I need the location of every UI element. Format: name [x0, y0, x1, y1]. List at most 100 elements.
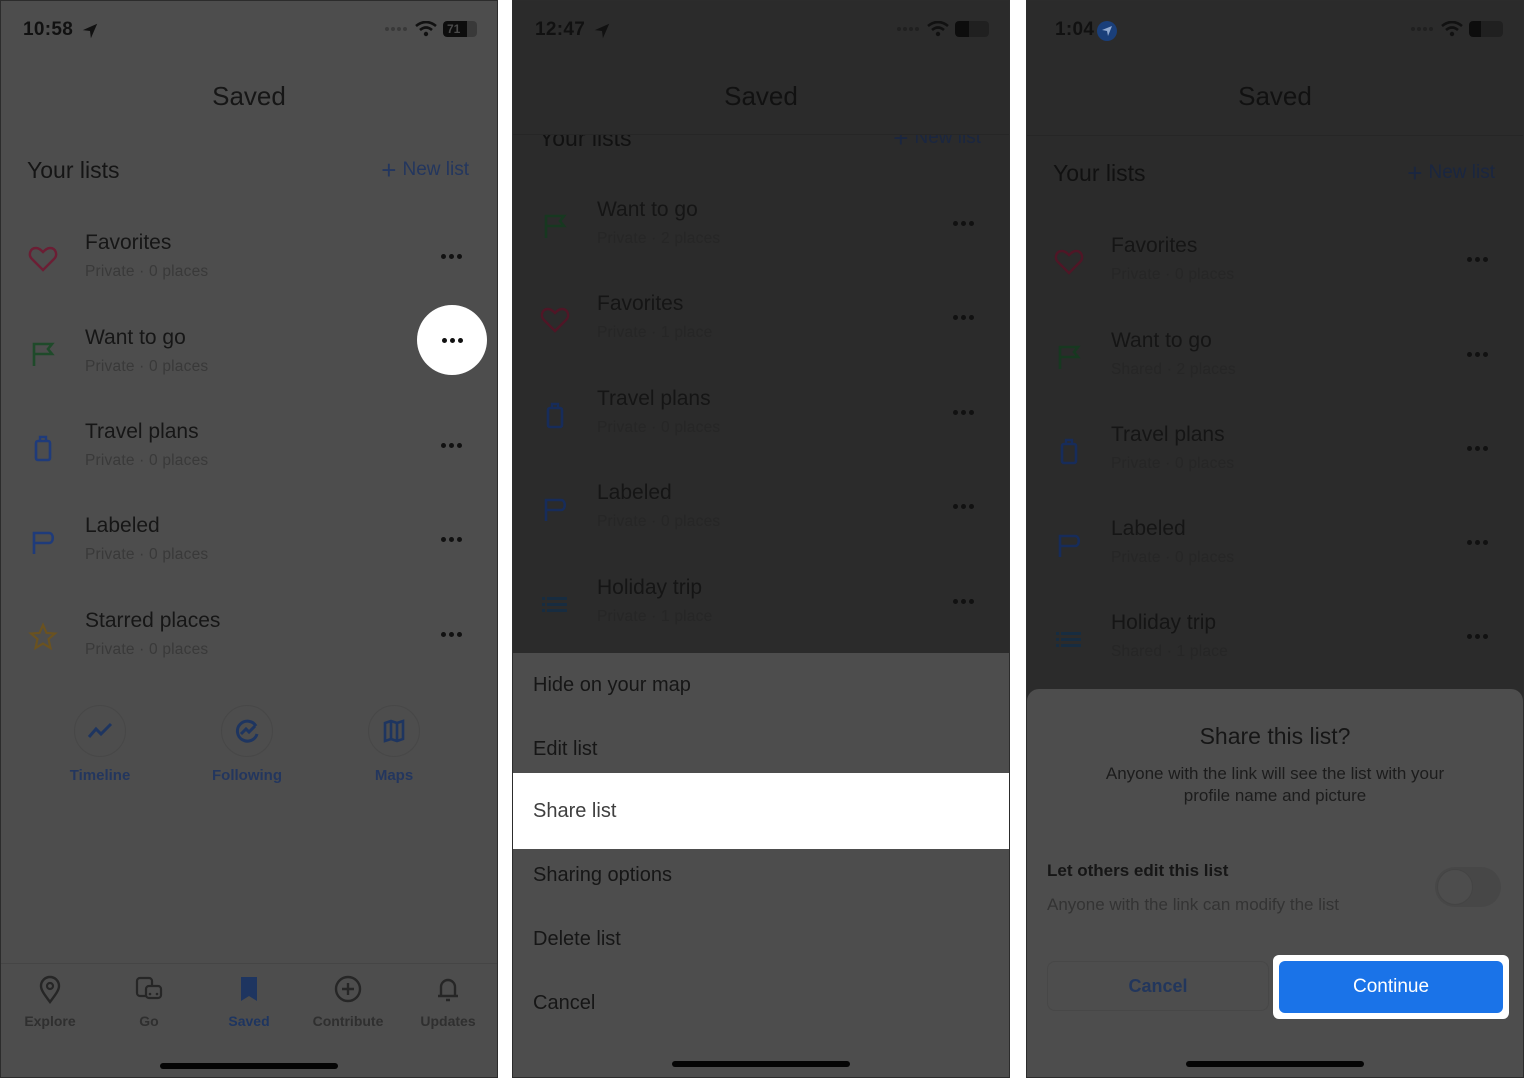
- edit-list-option[interactable]: Edit list: [513, 717, 1009, 781]
- following-shortcut[interactable]: Following: [197, 705, 297, 784]
- list-meta: Private · 0 places: [85, 546, 209, 563]
- bell-icon: [438, 978, 458, 1002]
- flag-icon: [544, 214, 567, 238]
- list-item[interactable]: Labeled Private · 0 places: [1, 514, 497, 608]
- nav-saved[interactable]: Saved: [199, 974, 299, 1029]
- list-name: Want to go: [597, 198, 698, 221]
- status-bar: 12:47: [535, 19, 989, 45]
- more-options-button[interactable]: [945, 208, 981, 238]
- status-indicators: [897, 21, 989, 37]
- list-name: Labeled: [85, 514, 160, 537]
- list-name: Labeled: [1111, 517, 1186, 540]
- label-flag-icon: [32, 531, 55, 554]
- list-item[interactable]: Labeled Private · 0 places: [1027, 517, 1523, 611]
- new-list-button[interactable]: + New list: [381, 157, 469, 183]
- list-name: Travel plans: [597, 387, 711, 410]
- suitcase-icon: [1060, 438, 1078, 465]
- more-options-button[interactable]: [945, 491, 981, 521]
- your-lists-heading: Your lists: [1053, 160, 1146, 186]
- new-list-label: New list: [402, 159, 469, 180]
- battery-icon: 71: [443, 21, 477, 37]
- your-lists-heading: Your lists: [27, 157, 120, 183]
- shortcut-label: Following: [212, 767, 282, 784]
- more-options-button[interactable]: [1459, 433, 1495, 463]
- nav-explore[interactable]: Explore: [1, 974, 100, 1029]
- list-item[interactable]: Travel plans Private · 0 places: [1, 420, 497, 514]
- home-indicator: [1186, 1061, 1364, 1067]
- list-name: Travel plans: [1111, 423, 1225, 446]
- timeline-shortcut[interactable]: Timeline: [50, 705, 150, 784]
- cancel-option[interactable]: Cancel: [513, 971, 1009, 1035]
- nav-label: Updates: [420, 1013, 476, 1029]
- list-item[interactable]: Favorites Private · 0 places: [1, 231, 497, 325]
- home-indicator: [160, 1063, 338, 1069]
- new-list-button[interactable]: + New list: [1407, 160, 1495, 186]
- label-flag-icon: [1058, 534, 1081, 557]
- hide-on-map-option[interactable]: Hide on your map: [513, 653, 1009, 717]
- list-meta: Private · 0 places: [1111, 455, 1235, 472]
- list-item[interactable]: Want to go Private · 2 places: [513, 198, 1009, 292]
- nav-contribute[interactable]: Contribute: [298, 974, 398, 1029]
- more-options-button[interactable]: [1459, 527, 1495, 557]
- timeline-icon: [87, 722, 113, 738]
- screen-share-dialog: 1:04 Saved Your lists + New list Favorit…: [1026, 0, 1524, 1078]
- page-title: Saved: [212, 81, 286, 111]
- dialog-title: Share this list?: [1199, 723, 1351, 749]
- list-meta: Private · 0 places: [1111, 266, 1235, 283]
- continue-button[interactable]: Continue: [1279, 961, 1503, 1013]
- status-time: 12:47: [535, 19, 586, 40]
- more-options-button[interactable]: [945, 302, 981, 332]
- list-item[interactable]: Want to go Shared · 2 places: [1027, 329, 1523, 423]
- status-indicators: 71: [385, 21, 477, 37]
- list-name: Want to go: [85, 326, 186, 349]
- list-item[interactable]: Want to go Private · 0 places: [1, 305, 497, 420]
- maps-shortcut[interactable]: Maps: [344, 705, 444, 784]
- share-list-option[interactable]: Share list: [513, 773, 1009, 849]
- toggle-knob: [1437, 869, 1473, 905]
- more-options-button[interactable]: [945, 586, 981, 616]
- list-meta: Private · 1 place: [597, 608, 713, 625]
- list-item[interactable]: Travel plans Private · 0 places: [1027, 423, 1523, 517]
- more-options-button[interactable]: [433, 241, 469, 271]
- cancel-button[interactable]: Cancel: [1047, 961, 1269, 1011]
- more-options-button[interactable]: [1459, 244, 1495, 274]
- list-name: Travel plans: [85, 420, 199, 443]
- more-options-button[interactable]: [1459, 339, 1495, 369]
- status-bar: 10:58 71: [23, 19, 477, 45]
- more-options-button[interactable]: [433, 619, 469, 649]
- more-options-button[interactable]: [1459, 621, 1495, 651]
- map-icon: [383, 719, 405, 743]
- list-meta: Private · 0 places: [597, 419, 721, 436]
- location-arrow-icon: [594, 23, 610, 39]
- nav-label: Explore: [24, 1013, 76, 1029]
- list-icon: [542, 597, 567, 612]
- shortcut-label: Maps: [374, 767, 414, 784]
- list-name: Labeled: [597, 481, 672, 504]
- nav-go[interactable]: Go: [99, 974, 199, 1029]
- list-item[interactable]: Labeled Private · 0 places: [513, 481, 1009, 575]
- more-options-button[interactable]: [945, 397, 981, 427]
- delete-list-option[interactable]: Delete list: [513, 907, 1009, 971]
- let-others-edit-toggle[interactable]: [1435, 867, 1501, 907]
- wifi-icon: [927, 21, 949, 37]
- flag-icon: [1058, 345, 1081, 369]
- list-item[interactable]: Travel plans Private · 0 places: [513, 387, 1009, 481]
- list-name: Want to go: [1111, 329, 1212, 352]
- list-item[interactable]: Starred places Private · 0 places: [1, 609, 497, 703]
- flag-icon: [32, 342, 55, 366]
- nav-updates[interactable]: Updates: [398, 974, 497, 1029]
- list-name: Favorites: [597, 292, 684, 315]
- lists-header: Your lists + New list: [1053, 160, 1495, 190]
- header-divider: [1027, 135, 1523, 136]
- list-icon: [1056, 632, 1081, 647]
- star-icon: [28, 622, 58, 651]
- list-item[interactable]: Favorites Private · 0 places: [1027, 234, 1523, 328]
- cellular-signal-icon: [897, 26, 921, 32]
- heart-icon: [540, 307, 570, 333]
- list-meta: Shared · 2 places: [1111, 361, 1236, 378]
- more-options-button-highlighted[interactable]: [417, 305, 487, 375]
- more-options-button[interactable]: [433, 524, 469, 554]
- more-options-button[interactable]: [433, 430, 469, 460]
- list-item[interactable]: Favorites Private · 1 place: [513, 292, 1009, 386]
- sharing-options-option[interactable]: Sharing options: [513, 843, 1009, 907]
